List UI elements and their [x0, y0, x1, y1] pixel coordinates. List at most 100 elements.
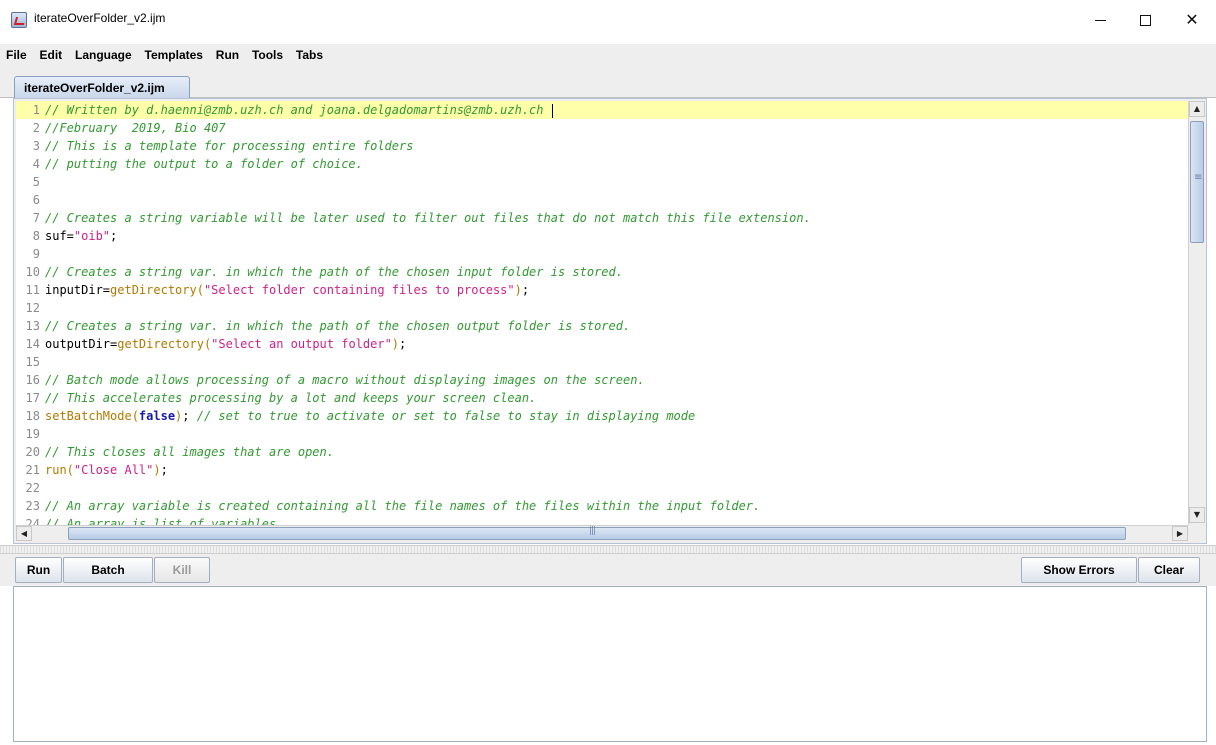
code-token-comment: // An array variable is created containi… — [45, 499, 761, 513]
line-number: 1 — [32, 103, 40, 117]
code-line[interactable]: 15 — [16, 353, 1188, 371]
run-button[interactable]: Run — [15, 557, 62, 583]
line-number: 4 — [32, 157, 40, 171]
scroll-down-arrow-icon[interactable]: ▼ — [1189, 507, 1205, 523]
maximize-button[interactable] — [1122, 6, 1168, 34]
code-line[interactable]: 24 // An array is list of variables. — [16, 515, 1188, 525]
code-editor[interactable]: 1 // Written by d.haenni@zmb.uzh.ch and j… — [16, 101, 1188, 525]
code-line[interactable]: 16 // Batch mode allows processing of a m… — [16, 371, 1188, 389]
code-line[interactable]: 1 // Written by d.haenni@zmb.uzh.ch and j… — [16, 101, 1188, 119]
code-line[interactable]: 4 // putting the output to a folder of ch… — [16, 155, 1188, 173]
clear-button[interactable]: Clear — [1138, 557, 1200, 583]
line-number: 14 — [25, 337, 40, 351]
vertical-scrollbar[interactable]: ▲ ▼ — [1188, 101, 1205, 525]
code-token-comment: // This accelerates processing by a lot … — [45, 391, 537, 405]
text-caret — [551, 103, 553, 118]
code-token-func: setBatchMode( — [45, 409, 139, 423]
line-number: 13 — [25, 319, 40, 333]
code-token-plain: ; — [110, 229, 118, 243]
code-line[interactable]: 6 — [16, 191, 1188, 209]
imagej-app-icon[interactable] — [11, 12, 27, 28]
code-line[interactable]: 3 // This is a template for processing en… — [16, 137, 1188, 155]
line-number: 2 — [32, 121, 40, 135]
scrollbar-corner — [1188, 525, 1204, 541]
code-line[interactable]: 7 // Creates a string variable will be la… — [16, 209, 1188, 227]
code-text: // Creates a string var. in which the pa… — [45, 263, 623, 281]
maximize-icon — [1139, 15, 1151, 26]
code-line[interactable]: 17 // This accelerates processing by a lo… — [16, 389, 1188, 407]
menu-tabs[interactable]: Tabs — [293, 44, 326, 66]
code-line[interactable]: 10 // Creates a string var. in which the … — [16, 263, 1188, 281]
close-icon: ✕ — [1185, 10, 1199, 29]
line-number: 15 — [25, 355, 40, 369]
code-text: run("Close All"); — [45, 461, 168, 479]
code-line[interactable]: 18 setBatchMode(false); // set to true to… — [16, 407, 1188, 425]
scroll-right-arrow-icon[interactable]: ▶ — [1172, 526, 1188, 541]
code-text: outputDir=getDirectory("Select an output… — [45, 335, 406, 353]
code-token-func: getDirectory( — [110, 283, 204, 297]
close-button[interactable]: ✕ — [1169, 6, 1215, 34]
code-line[interactable]: 2 //February 2019, Bio 407 — [16, 119, 1188, 137]
code-line[interactable]: 20 // This closes all images that are ope… — [16, 443, 1188, 461]
code-text: // Written by d.haenni@zmb.uzh.ch and jo… — [45, 101, 553, 119]
code-line[interactable]: 11 inputDir=getDirectory("Select folder c… — [16, 281, 1188, 299]
code-text: // This is a template for processing ent… — [45, 137, 413, 155]
line-number: 17 — [25, 391, 40, 405]
code-text: // This closes all images that are open. — [45, 443, 334, 461]
menu-tools[interactable]: Tools — [249, 44, 286, 66]
code-token-plain: outputDir= — [45, 337, 118, 351]
line-number: 8 — [32, 229, 40, 243]
code-line[interactable]: 9 — [16, 245, 1188, 263]
code-token-comment: //February 2019, Bio 407 — [45, 121, 226, 135]
batch-button[interactable]: Batch — [63, 557, 153, 583]
menu-language[interactable]: Language — [72, 44, 135, 66]
code-text: //February 2019, Bio 407 — [45, 119, 226, 137]
line-number: 23 — [25, 499, 40, 513]
code-text: // An array variable is created containi… — [45, 497, 760, 515]
menu-file[interactable]: File — [3, 44, 30, 66]
line-number: 6 — [32, 193, 40, 207]
line-number: 5 — [32, 175, 40, 189]
code-token-string: "oib" — [73, 229, 111, 243]
vertical-scroll-thumb[interactable] — [1190, 121, 1204, 243]
code-text: setBatchMode(false); // set to true to a… — [45, 407, 695, 425]
code-line[interactable]: 19 — [16, 425, 1188, 443]
scroll-left-arrow-icon[interactable]: ◀ — [16, 526, 32, 541]
menu-run[interactable]: Run — [213, 44, 242, 66]
line-number: 20 — [25, 445, 40, 459]
line-number: 22 — [25, 481, 40, 495]
menu-edit[interactable]: Edit — [37, 44, 66, 66]
code-line[interactable]: 8 suf="oib"; — [16, 227, 1188, 245]
tab-iterate-over-folder[interactable]: iterateOverFolder_v2.ijm — [14, 76, 190, 98]
show-errors-button[interactable]: Show Errors — [1021, 557, 1137, 583]
line-number: 11 — [25, 283, 40, 297]
code-line[interactable]: 13 // Creates a string var. in which the … — [16, 317, 1188, 335]
code-token-func: run( — [45, 463, 74, 477]
menu-templates[interactable]: Templates — [142, 44, 206, 66]
output-console[interactable] — [13, 586, 1207, 742]
button-bar: Run Batch Kill Show Errors Clear — [0, 554, 1216, 586]
code-token-comment: // putting the output to a folder of cho… — [45, 157, 363, 171]
title-bar: iterateOverFolder_v2.ijm ✕ — [0, 0, 1216, 40]
line-number: 7 — [32, 211, 40, 225]
minimize-button[interactable] — [1077, 6, 1123, 34]
horizontal-scroll-thumb[interactable] — [68, 526, 1126, 540]
code-line[interactable]: 22 — [16, 479, 1188, 497]
code-text: inputDir=getDirectory("Select folder con… — [45, 281, 529, 299]
code-line[interactable]: 21 run("Close All"); — [16, 461, 1188, 479]
code-token-plain: ; — [399, 337, 407, 351]
code-token-plain: inputDir= — [45, 283, 111, 297]
line-number: 9 — [32, 247, 40, 261]
scroll-up-arrow-icon[interactable]: ▲ — [1189, 101, 1205, 117]
code-token-comment: // Creates a string var. in which the pa… — [45, 319, 631, 333]
code-line[interactable]: 23 // An array variable is created contai… — [16, 497, 1188, 515]
code-token-string: "Select an output folder" — [211, 337, 392, 351]
pane-splitter[interactable] — [0, 545, 1216, 554]
editor-container: 1 // Written by d.haenni@zmb.uzh.ch and j… — [13, 98, 1207, 544]
horizontal-scrollbar[interactable]: ◀ ▶ — [16, 525, 1188, 541]
code-text: suf="oib"; — [45, 227, 117, 245]
code-line[interactable]: 12 — [16, 299, 1188, 317]
code-token-comment: // Batch mode allows processing of a mac… — [45, 373, 645, 387]
code-line[interactable]: 14 outputDir=getDirectory("Select an outp… — [16, 335, 1188, 353]
code-line[interactable]: 5 — [16, 173, 1188, 191]
